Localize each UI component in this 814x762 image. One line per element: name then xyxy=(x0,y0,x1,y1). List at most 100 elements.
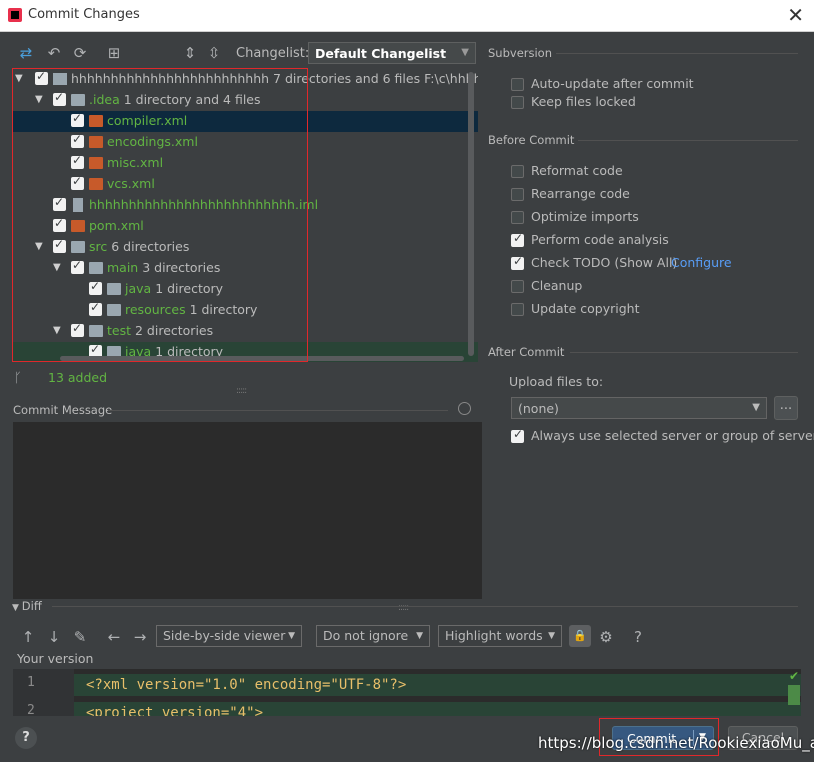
arrow-right-icon[interactable]: → xyxy=(130,627,150,647)
arrow-up-icon[interactable]: ↑ xyxy=(18,627,38,647)
tree-node-name: java xyxy=(125,281,152,296)
tree-node-name: .idea xyxy=(89,92,120,107)
separator xyxy=(578,140,798,141)
chevron-down-icon[interactable]: ▼ xyxy=(699,732,706,742)
viewer-dropdown[interactable]: Side-by-side viewer ▼ xyxy=(156,625,302,647)
expand-arrow-icon[interactable]: ▼ xyxy=(35,241,43,252)
tree-row-pom[interactable]: pom.xml xyxy=(12,216,478,237)
tree-row-resources[interactable]: resources 1 directory xyxy=(12,300,478,321)
tree-node-info: 1 directory xyxy=(155,281,224,296)
checkbox[interactable] xyxy=(511,280,524,293)
tree-node-info: 3 directories xyxy=(142,260,221,275)
checkbox[interactable] xyxy=(53,216,66,232)
checkbox[interactable] xyxy=(89,279,102,295)
show-diff-icon[interactable]: ⇄ xyxy=(16,42,36,64)
iml-file-icon xyxy=(73,198,83,212)
chevron-down-icon: ▼ xyxy=(461,47,469,58)
browse-button[interactable]: ... xyxy=(774,396,798,420)
diff-title: Diff xyxy=(21,599,42,613)
expand-arrow-icon[interactable]: ▼ xyxy=(35,94,43,105)
checkbox[interactable] xyxy=(53,90,66,106)
tree-horizontal-scrollbar[interactable] xyxy=(60,356,464,361)
checkbox[interactable] xyxy=(511,96,524,109)
checkbox[interactable] xyxy=(71,111,84,127)
checkbox[interactable] xyxy=(511,165,524,178)
cancel-button[interactable]: Cancel xyxy=(728,726,798,750)
checkbox[interactable] xyxy=(511,188,524,201)
code-line: <project version="4"> xyxy=(74,702,801,716)
tree-row-encodings[interactable]: encodings.xml xyxy=(12,132,478,153)
edit-icon[interactable]: ✎ xyxy=(70,627,90,647)
group-by-icon[interactable]: ⊞ xyxy=(104,42,124,64)
tree-row-compiler[interactable]: compiler.xml xyxy=(12,111,478,132)
arrow-down-icon[interactable]: ↓ xyxy=(44,627,64,647)
upload-target-value: (none) xyxy=(518,401,559,416)
tree-node-info: 2 directories xyxy=(135,323,214,338)
checkbox[interactable] xyxy=(511,427,524,443)
expand-all-icon[interactable]: ⇕ xyxy=(180,42,200,64)
tree-node-name: vcs.xml xyxy=(107,176,155,191)
collapse-all-icon[interactable]: ⇳ xyxy=(204,42,224,64)
checkbox[interactable] xyxy=(71,258,84,274)
option-always-use-server[interactable]: Always use selected server or group of s… xyxy=(511,427,814,447)
refresh-icon[interactable]: ⟳ xyxy=(70,42,90,64)
close-icon[interactable]: ✕ xyxy=(787,3,804,27)
tree-row-vcs[interactable]: vcs.xml xyxy=(12,174,478,195)
highlight-dropdown[interactable]: Highlight words ▼ xyxy=(438,625,562,647)
upload-target-dropdown[interactable]: (none) ▼ xyxy=(511,397,767,419)
diff-editor[interactable]: 1 2 <?xml version="1.0" encoding="UTF-8"… xyxy=(13,669,801,716)
tree-row-src[interactable]: ▼ src 6 directories xyxy=(12,237,478,258)
checkbox[interactable] xyxy=(71,153,84,169)
option-check-todo[interactable]: Check TODO (Show All) Configure xyxy=(511,254,771,274)
tree-row-iml[interactable]: hhhhhhhhhhhhhhhhhhhhhhhhhh.iml xyxy=(12,195,478,216)
checkbox[interactable] xyxy=(511,231,524,247)
added-count: 13 added xyxy=(48,370,108,385)
tree-row-root[interactable]: ▼ hhhhhhhhhhhhhhhhhhhhhhhhh 7 directorie… xyxy=(12,69,478,90)
changes-toolbar: ⇄ ↶ ⟳ ⊞ ⇕ ⇳ Changelist: Default Changeli… xyxy=(12,42,478,66)
checkbox[interactable] xyxy=(89,300,102,316)
commit-message-input[interactable] xyxy=(13,422,482,599)
checkbox[interactable] xyxy=(71,321,84,337)
tree-row-main[interactable]: ▼ main 3 directories xyxy=(12,258,478,279)
tree-row-main-java[interactable]: java 1 directory xyxy=(12,279,478,300)
tree-row-idea[interactable]: ▼ .idea 1 directory and 4 files xyxy=(12,90,478,111)
help-button[interactable]: ? xyxy=(15,727,37,749)
configure-link[interactable]: Configure xyxy=(671,255,732,270)
chevron-down-icon: ▼ xyxy=(752,402,760,413)
checkbox[interactable] xyxy=(511,303,524,316)
branch-icon: ᚴ xyxy=(14,371,22,386)
checkbox[interactable] xyxy=(71,174,84,190)
rollback-icon[interactable]: ↶ xyxy=(44,42,64,64)
ignore-dropdown[interactable]: Do not ignore ▼ xyxy=(316,625,430,647)
checkbox[interactable] xyxy=(53,237,66,253)
expand-arrow-icon[interactable]: ▼ xyxy=(53,325,61,336)
ignore-value: Do not ignore xyxy=(323,628,409,643)
splitter-grip[interactable]: ::::: xyxy=(398,603,409,613)
checkbox[interactable] xyxy=(53,195,66,211)
diff-help-icon[interactable]: ? xyxy=(628,627,648,647)
line-gutter: 1 2 xyxy=(13,669,74,716)
checkbox[interactable] xyxy=(511,211,524,224)
tree-vertical-scrollbar[interactable] xyxy=(468,72,474,356)
checkbox[interactable] xyxy=(511,78,524,91)
option-label: Auto-update after commit xyxy=(531,76,694,91)
changelist-dropdown[interactable]: Default Changelist ▼ xyxy=(308,42,476,64)
code-line: <?xml version="1.0" encoding="UTF-8"?> xyxy=(74,674,801,696)
checkbox[interactable] xyxy=(35,69,48,85)
gear-icon[interactable]: ⚙ xyxy=(596,627,616,647)
splitter-grip[interactable]: ::::: xyxy=(236,386,247,396)
viewer-value: Side-by-side viewer xyxy=(163,628,286,643)
expand-arrow-icon[interactable]: ▼ xyxy=(53,262,61,273)
arrow-left-icon[interactable]: ← xyxy=(104,627,124,647)
xml-file-icon xyxy=(89,178,103,190)
history-clock-icon[interactable] xyxy=(458,402,471,415)
commit-button[interactable]: Commit ▼ xyxy=(612,726,714,750)
expand-arrow-icon[interactable]: ▼ xyxy=(15,73,23,84)
lock-icon[interactable]: 🔒 xyxy=(569,625,591,647)
tree-row-test[interactable]: ▼ test 2 directories xyxy=(12,321,478,342)
changes-tree[interactable]: ▼ hhhhhhhhhhhhhhhhhhhhhhhhh 7 directorie… xyxy=(12,68,478,362)
tree-row-misc[interactable]: misc.xml xyxy=(12,153,478,174)
checkbox[interactable] xyxy=(511,254,524,270)
diff-toggle[interactable]: ▼ Diff xyxy=(12,599,42,613)
checkbox[interactable] xyxy=(71,132,84,148)
